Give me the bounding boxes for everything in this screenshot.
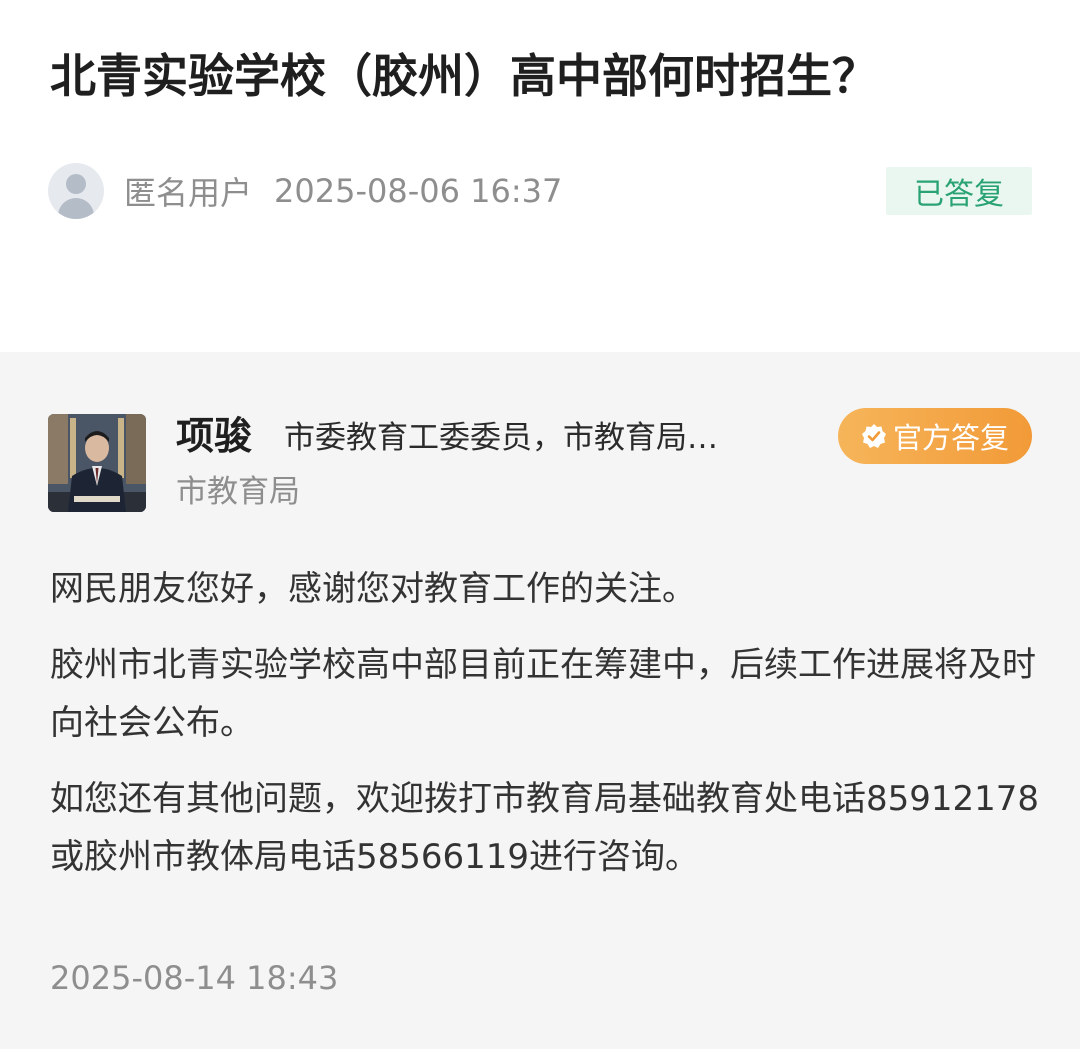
official-reply-badge: 官方答复 xyxy=(838,408,1032,464)
anonymous-avatar-icon[interactable] xyxy=(48,163,104,219)
answer-section: 项骏 市委教育工委委员，市教育局… 市教育局 官方答复 网民朋友您好，感谢您对教… xyxy=(0,352,1080,1049)
question-meta: 匿名用户 2025-08-06 16:37 xyxy=(48,163,562,219)
status-badge: 已答复 xyxy=(886,167,1032,215)
official-avatar[interactable] xyxy=(48,414,146,512)
answer-paragraph: 如您还有其他问题，欢迎拨打市教育局基础教育处电话85912178或胶州市教体局电… xyxy=(50,779,1040,877)
question-title: 北青实验学校（胶州）高中部何时招生？ xyxy=(50,49,878,103)
verified-check-icon xyxy=(861,424,886,448)
answer-time: 2025-08-14 18:43 xyxy=(50,959,339,997)
answer-body: 网民朋友您好，感谢您对教育工作的关注。 胶州市北青实验学校高中部目前正在筹建中，… xyxy=(50,560,1040,904)
question-section: 北青实验学校（胶州）高中部何时招生？ 匿名用户 2025-08-06 16:37… xyxy=(0,0,1080,352)
official-name[interactable]: 项骏 xyxy=(176,410,252,462)
answer-paragraph: 网民朋友您好，感谢您对教育工作的关注。 xyxy=(50,569,696,609)
official-reply-label: 官方答复 xyxy=(892,421,1009,455)
official-department: 市教育局 xyxy=(176,474,300,510)
question-user[interactable]: 匿名用户 xyxy=(124,168,252,214)
official-title: 市委教育工委委员，市教育局… xyxy=(284,420,718,456)
question-time: 2025-08-06 16:37 xyxy=(274,172,563,210)
answer-paragraph: 胶州市北青实验学校高中部目前正在筹建中，后续工作进展将及时向社会公布。 xyxy=(50,645,1036,743)
